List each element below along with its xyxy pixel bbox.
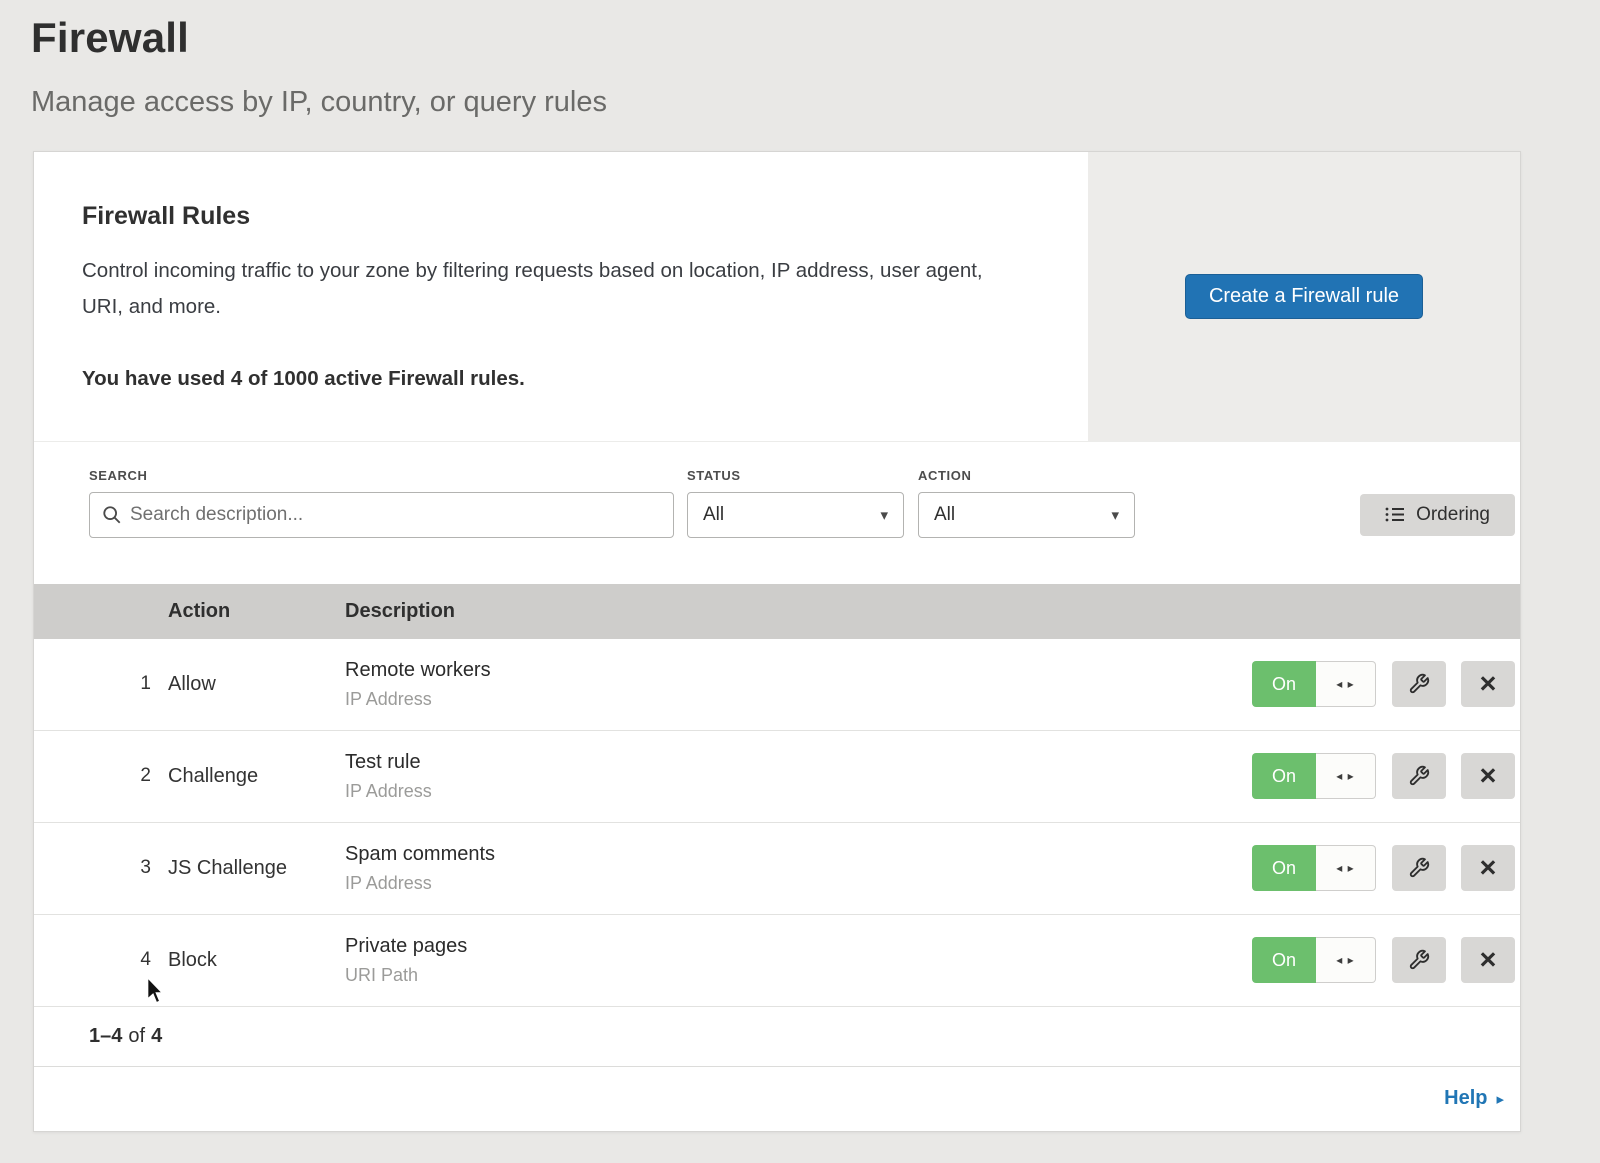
rule-description: Private pages xyxy=(345,935,1252,958)
description-column-header: Description xyxy=(345,600,1520,623)
pagination-range: 1–4 xyxy=(89,1025,122,1048)
rule-action: Block xyxy=(168,949,345,972)
table-header: Action Description xyxy=(34,584,1520,639)
toggle-on-label: On xyxy=(1252,753,1316,799)
toggle-on-label: On xyxy=(1252,845,1316,891)
delete-rule-button[interactable]: × xyxy=(1461,845,1515,891)
wrench-icon xyxy=(1408,673,1430,695)
delete-rule-button[interactable]: × xyxy=(1461,661,1515,707)
action-column-header: Action xyxy=(168,600,345,623)
rule-description-cell: Test rule IP Address xyxy=(345,751,1252,802)
search-icon xyxy=(102,505,122,525)
rule-status-toggle[interactable]: On ◂ ▸ xyxy=(1252,845,1376,891)
rule-match-type: IP Address xyxy=(345,781,1252,802)
rule-description-cell: Spam comments IP Address xyxy=(345,843,1252,894)
rule-status-toggle[interactable]: On ◂ ▸ xyxy=(1252,661,1376,707)
delete-rule-button[interactable]: × xyxy=(1461,937,1515,983)
toggle-on-label: On xyxy=(1252,661,1316,707)
configure-rule-button[interactable] xyxy=(1392,753,1446,799)
delete-rule-button[interactable]: × xyxy=(1461,753,1515,799)
rule-description: Spam comments xyxy=(345,843,1252,866)
page-title: Firewall xyxy=(31,14,1600,62)
rule-controls: On ◂ ▸ × xyxy=(1252,937,1515,983)
rule-match-type: IP Address xyxy=(345,873,1252,894)
chevron-down-icon: ▾ xyxy=(880,506,888,524)
page-header: Firewall Manage access by IP, country, o… xyxy=(0,0,1600,119)
pagination: 1–4 of 4 xyxy=(34,1007,1520,1067)
table-row: 1 Allow Remote workers IP Address On ◂ ▸… xyxy=(34,639,1520,731)
configure-rule-button[interactable] xyxy=(1392,937,1446,983)
status-select[interactable]: All ▾ xyxy=(687,492,904,538)
card-heading: Firewall Rules xyxy=(82,202,1028,231)
pagination-total: 4 xyxy=(151,1025,162,1048)
rule-controls: On ◂ ▸ × xyxy=(1252,845,1515,891)
rule-controls: On ◂ ▸ × xyxy=(1252,661,1515,707)
close-icon: × xyxy=(1480,762,1497,791)
rule-number: 2 xyxy=(34,765,168,787)
page-subtitle: Manage access by IP, country, or query r… xyxy=(31,86,1600,119)
rule-status-toggle[interactable]: On ◂ ▸ xyxy=(1252,753,1376,799)
rule-action: Challenge xyxy=(168,765,345,788)
status-filter-group: STATUS All ▾ xyxy=(687,468,904,538)
ordering-list-icon xyxy=(1385,506,1405,523)
rule-action: Allow xyxy=(168,673,345,696)
pagination-of: of xyxy=(128,1025,145,1048)
search-filter-group: SEARCH xyxy=(89,468,674,538)
filters-bar: SEARCH STATUS All ▾ ACTION All ▾ xyxy=(34,442,1520,584)
rule-action: JS Challenge xyxy=(168,857,345,880)
card-footer: Help ▸ xyxy=(34,1067,1520,1131)
table-row: 3 JS Challenge Spam comments IP Address … xyxy=(34,823,1520,915)
configure-rule-button[interactable] xyxy=(1392,661,1446,707)
status-label: STATUS xyxy=(687,468,904,483)
rule-number: 1 xyxy=(34,673,168,695)
action-filter-group: ACTION All ▾ xyxy=(918,468,1135,538)
search-label: SEARCH xyxy=(89,468,674,483)
help-link-label: Help xyxy=(1444,1087,1487,1110)
card-description: Control incoming traffic to your zone by… xyxy=(82,253,1028,325)
wrench-icon xyxy=(1408,857,1430,879)
drag-handle-icon[interactable]: ◂ ▸ xyxy=(1316,753,1376,799)
card-intro-text: Firewall Rules Control incoming traffic … xyxy=(34,152,1088,441)
ordering-button-label: Ordering xyxy=(1416,504,1490,526)
rule-description: Remote workers xyxy=(345,659,1252,682)
status-selected-value: All xyxy=(703,504,724,526)
card-action-panel: Create a Firewall rule xyxy=(1088,152,1520,441)
ordering-button[interactable]: Ordering xyxy=(1360,494,1515,536)
wrench-icon xyxy=(1408,765,1430,787)
rule-match-type: URI Path xyxy=(345,965,1252,986)
help-link[interactable]: Help ▸ xyxy=(1444,1087,1504,1110)
search-field xyxy=(89,492,674,538)
create-firewall-rule-button[interactable]: Create a Firewall rule xyxy=(1185,274,1423,319)
close-icon: × xyxy=(1480,670,1497,699)
search-input[interactable] xyxy=(130,504,661,526)
table-row: 4 Block Private pages URI Path On ◂ ▸ × xyxy=(34,915,1520,1007)
chevron-down-icon: ▾ xyxy=(1111,506,1119,524)
toggle-on-label: On xyxy=(1252,937,1316,983)
wrench-icon xyxy=(1408,949,1430,971)
rule-match-type: IP Address xyxy=(345,689,1252,710)
rule-description: Test rule xyxy=(345,751,1252,774)
drag-handle-icon[interactable]: ◂ ▸ xyxy=(1316,937,1376,983)
rules-usage-text: You have used 4 of 1000 active Firewall … xyxy=(82,367,1028,401)
drag-handle-icon[interactable]: ◂ ▸ xyxy=(1316,845,1376,891)
drag-handle-icon[interactable]: ◂ ▸ xyxy=(1316,661,1376,707)
table-row: 2 Challenge Test rule IP Address On ◂ ▸ … xyxy=(34,731,1520,823)
configure-rule-button[interactable] xyxy=(1392,845,1446,891)
help-arrow-icon: ▸ xyxy=(1496,1090,1504,1108)
action-select[interactable]: All ▾ xyxy=(918,492,1135,538)
rule-controls: On ◂ ▸ × xyxy=(1252,753,1515,799)
rule-description-cell: Private pages URI Path xyxy=(345,935,1252,986)
rule-status-toggle[interactable]: On ◂ ▸ xyxy=(1252,937,1376,983)
rule-description-cell: Remote workers IP Address xyxy=(345,659,1252,710)
firewall-rules-card: Firewall Rules Control incoming traffic … xyxy=(33,151,1521,1132)
action-selected-value: All xyxy=(934,504,955,526)
rule-number: 3 xyxy=(34,857,168,879)
close-icon: × xyxy=(1480,946,1497,975)
card-intro-section: Firewall Rules Control incoming traffic … xyxy=(34,152,1520,442)
close-icon: × xyxy=(1480,854,1497,883)
action-label: ACTION xyxy=(918,468,1135,483)
rule-number: 4 xyxy=(34,949,168,971)
